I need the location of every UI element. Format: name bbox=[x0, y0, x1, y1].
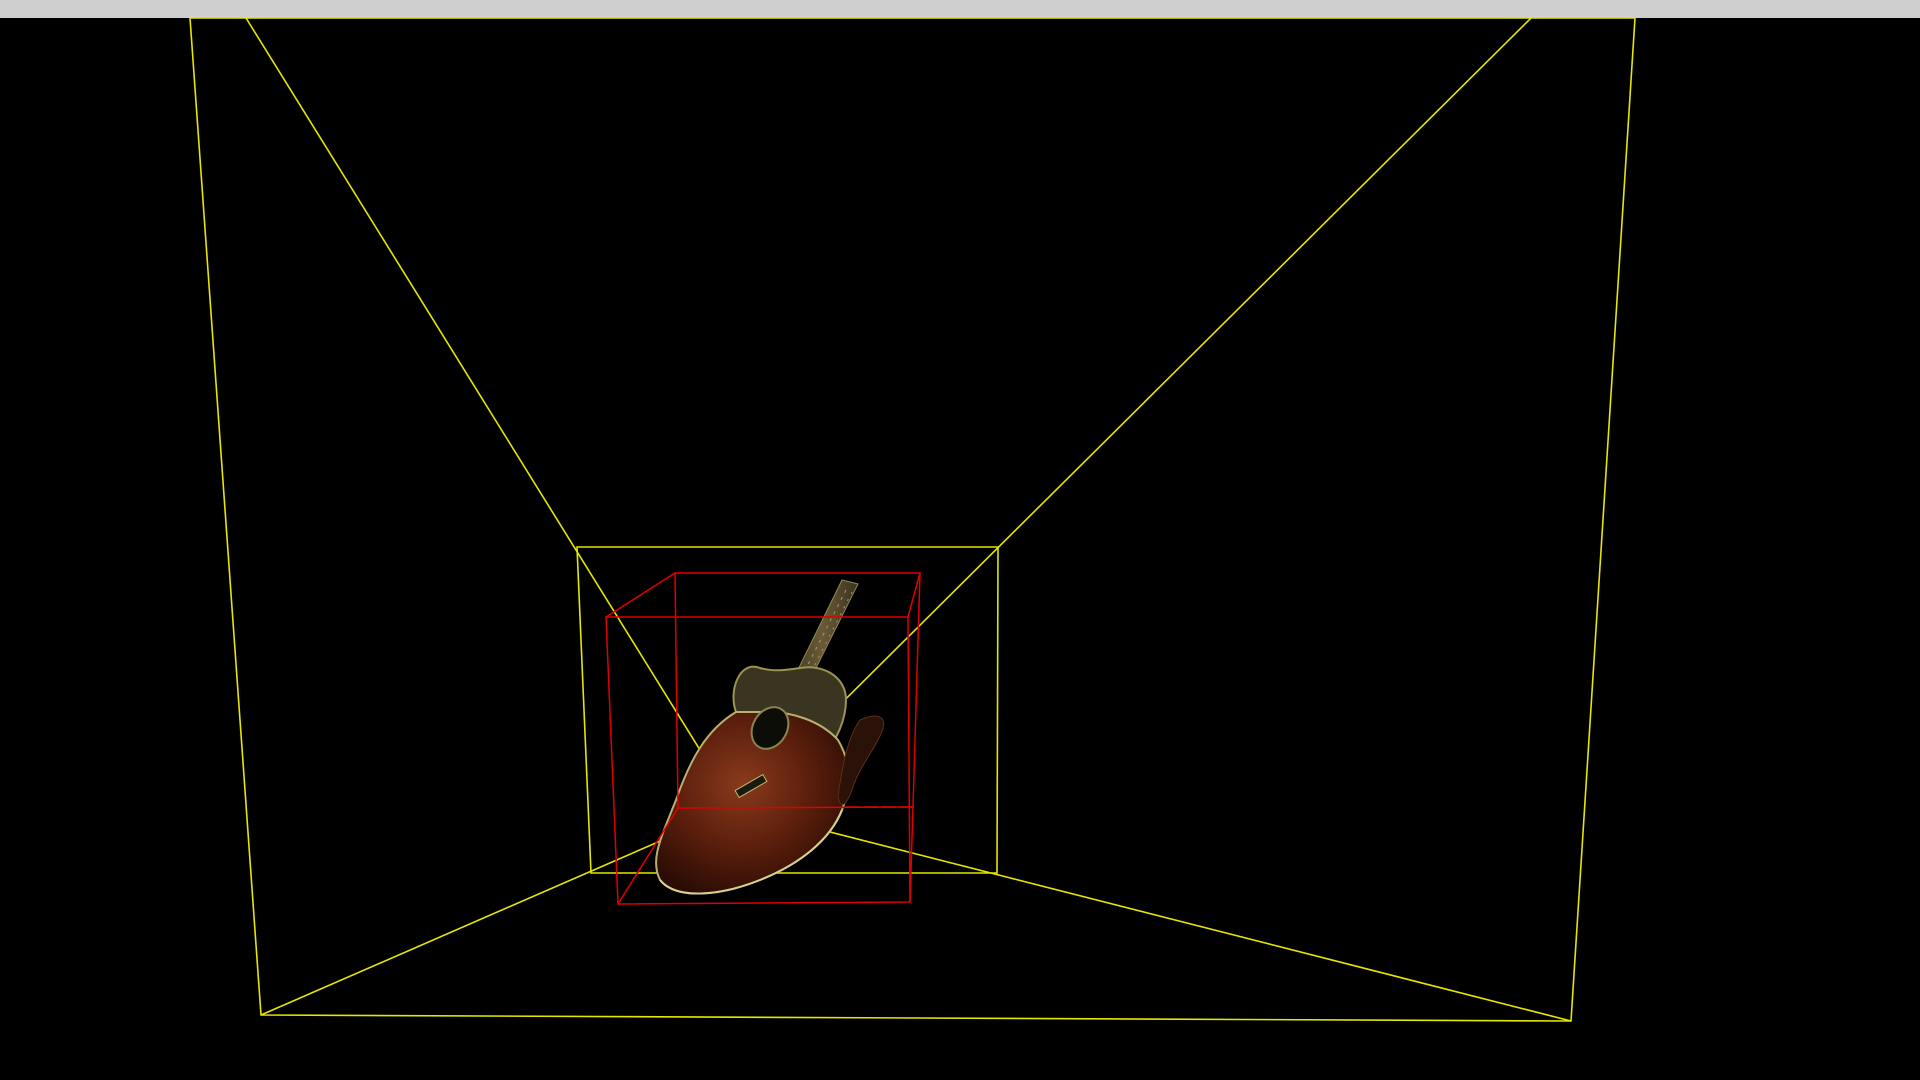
frustum-edge-top-right bbox=[735, 18, 1532, 809]
frustum-edge-bottom-right bbox=[735, 807, 1572, 1022]
guitar-point-cloud bbox=[655, 579, 885, 895]
scene-canvas[interactable] bbox=[0, 18, 1920, 1080]
frustum-edge-top-left bbox=[245, 18, 737, 809]
camera-frustum bbox=[189, 18, 1636, 1022]
point-cloud-viewer-window bbox=[0, 0, 1920, 1080]
guitar-shadow-fragment bbox=[837, 715, 885, 805]
frustum-far-plane bbox=[189, 18, 1636, 1022]
window-top-bar[interactable] bbox=[0, 0, 1920, 18]
3d-viewport[interactable] bbox=[0, 18, 1920, 1080]
